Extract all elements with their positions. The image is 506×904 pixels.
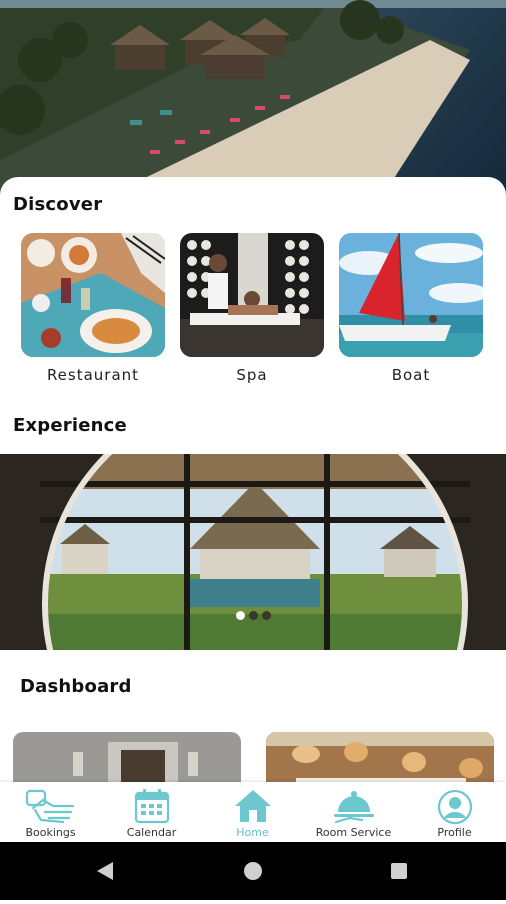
discover-card-spa-label: Spa [236, 366, 268, 384]
carousel-indicator [0, 605, 506, 620]
content-sheet: Discover Restaurant Spa Boat Experience … [0, 177, 506, 782]
tab-label: Home [236, 826, 269, 839]
carousel-dot[interactable] [248, 611, 258, 620]
bottom-tab-bar: Bookings Calendar Home Room Service Prof… [0, 782, 506, 842]
dashboard-title: Dashboard [20, 676, 132, 697]
back-icon[interactable] [97, 862, 113, 880]
experience-title: Experience [13, 415, 127, 436]
bookings-icon [25, 789, 74, 824]
discover-card-spa[interactable] [180, 233, 324, 357]
hero-image [0, 0, 506, 200]
tab-label: Room Service [315, 826, 392, 839]
tab-profile[interactable]: Profile [404, 782, 505, 842]
room-service-icon [333, 791, 374, 824]
tab-room-service[interactable]: Room Service [303, 782, 404, 842]
discover-card-boat-label: Boat [391, 366, 431, 384]
tab-label: Calendar [126, 826, 177, 839]
discover-card-boat[interactable] [339, 233, 483, 357]
dashboard-card-room[interactable] [13, 732, 241, 782]
calendar-icon [134, 789, 169, 824]
experience-carousel[interactable] [0, 454, 506, 650]
tab-calendar[interactable]: Calendar [101, 782, 202, 842]
home-button-icon[interactable] [244, 862, 262, 880]
tab-bookings[interactable]: Bookings [0, 782, 101, 842]
discover-card-restaurant-label: Restaurant [46, 366, 140, 384]
tab-label: Bookings [25, 826, 76, 839]
carousel-dot[interactable] [261, 611, 271, 620]
discover-title: Discover [13, 194, 103, 215]
profile-icon [437, 789, 472, 825]
dashboard-card-lounge[interactable] [266, 732, 494, 782]
tab-label: Profile [437, 826, 472, 839]
recents-icon[interactable] [391, 863, 407, 879]
discover-card-restaurant[interactable] [21, 233, 165, 357]
carousel-dot[interactable] [235, 611, 245, 620]
tab-home[interactable]: Home [202, 782, 303, 842]
system-nav-bar [0, 842, 506, 900]
home-icon [234, 790, 271, 822]
